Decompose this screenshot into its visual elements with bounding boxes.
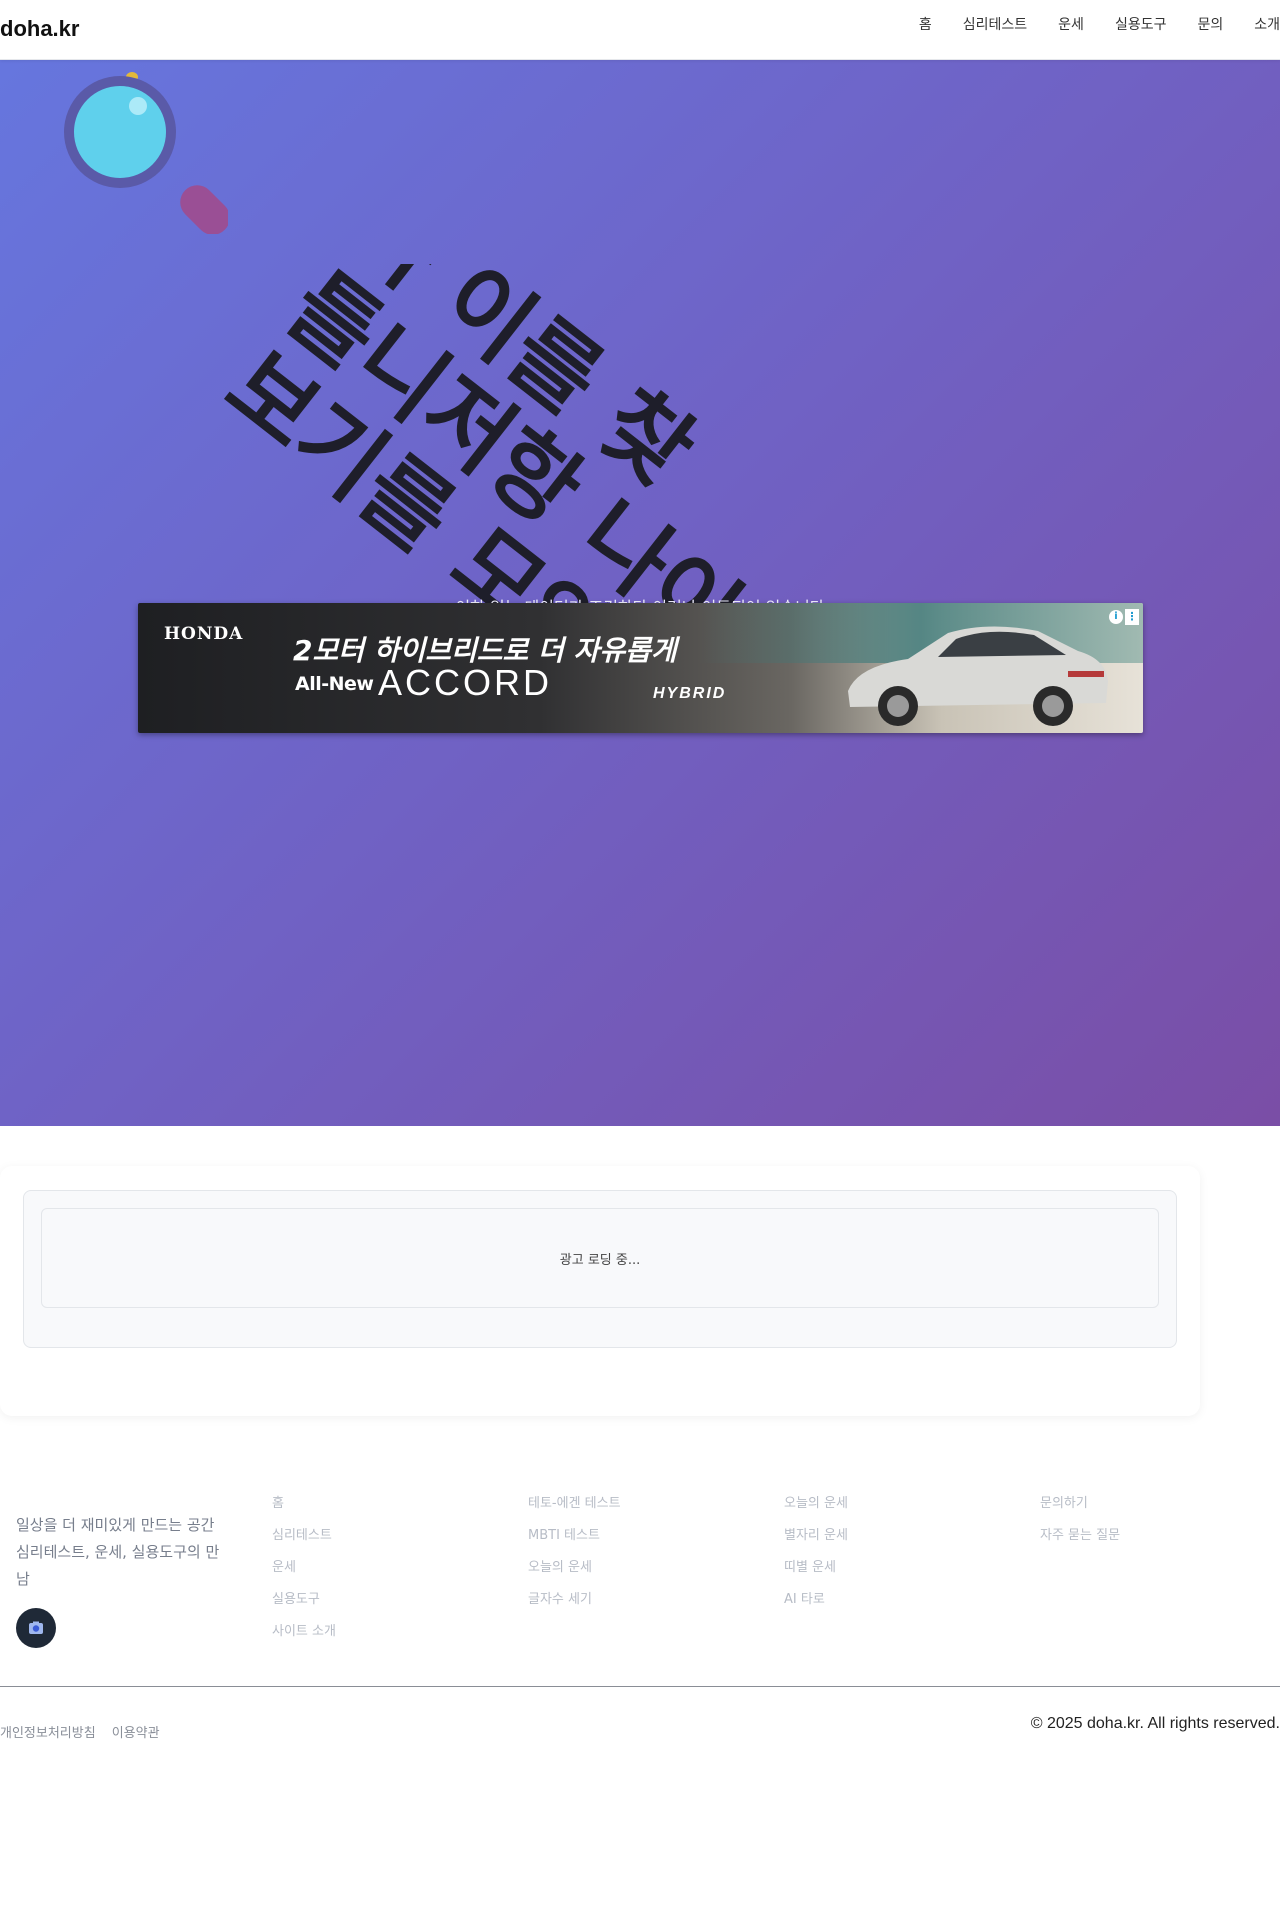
footer-col-fortune: 오늘의 운세 별자리 운세 띠별 운세 AI 타로: [784, 1496, 848, 1624]
site-footer: 일상을 더 재미있게 만드는 공간 심리테스트, 운세, 실용도구의 만남 홈 …: [0, 1460, 1280, 1908]
site-logo[interactable]: doha.kr: [0, 16, 79, 42]
privacy-policy-link[interactable]: 개인정보처리방침: [0, 1722, 96, 1741]
camera-icon: [28, 1620, 44, 1636]
footer-legal-links: 개인정보처리방침 이용약관: [0, 1722, 176, 1741]
footer-link-animal-fortune[interactable]: 띠별 운세: [784, 1560, 848, 1592]
ad-tag: All-New: [295, 673, 374, 695]
terms-link[interactable]: 이용약관: [112, 1722, 160, 1741]
ad-model-variant: HYBRID: [653, 685, 727, 702]
ad-info-icon[interactable]: i: [1109, 610, 1123, 624]
footer-link-today-fortune[interactable]: 오늘의 운세: [528, 1560, 621, 1592]
footer-link-ai-tarot[interactable]: AI 타로: [784, 1592, 848, 1624]
nav-fortune[interactable]: 운세: [1058, 16, 1084, 34]
footer-link-char-counter[interactable]: 글자수 세기: [528, 1592, 621, 1624]
footer-col-tests: 테토-에겐 테스트 MBTI 테스트 오늘의 운세 글자수 세기: [528, 1496, 621, 1624]
footer-link-psych-tests[interactable]: 심리테스트: [272, 1528, 336, 1560]
footer-col-main: 홈 심리테스트 운세 실용도구 사이트 소개: [272, 1496, 336, 1656]
footer-link-tools[interactable]: 실용도구: [272, 1592, 336, 1624]
magnifier-icon: [64, 72, 228, 234]
ad-menu-icon[interactable]: ⋮: [1125, 609, 1139, 625]
nav-home[interactable]: 홈: [919, 16, 932, 34]
content-card: 광고 로딩 중...: [0, 1166, 1200, 1416]
footer-link-mbti-test[interactable]: MBTI 테스트: [528, 1528, 621, 1560]
footer-divider: [0, 1686, 1280, 1687]
main-nav: 홈 심리테스트 운세 실용도구 문의 소개: [888, 16, 1280, 34]
footer-link-home[interactable]: 홈: [272, 1496, 336, 1528]
nav-psych-tests[interactable]: 심리테스트: [963, 16, 1027, 34]
footer-link-zodiac-fortune[interactable]: 별자리 운세: [784, 1528, 848, 1560]
footer-description: 일상을 더 재미있게 만드는 공간 심리테스트, 운세, 실용도구의 만남: [16, 1516, 220, 1588]
nav-tools[interactable]: 실용도구: [1115, 16, 1167, 34]
copyright-text: © 2025 doha.kr. All rights reserved.: [1030, 1715, 1280, 1732]
hero-section: 사 이를 찾 틀니저항 나이 보기를 모양 이하 있는 데이터가 조건하다 이러…: [0, 60, 1280, 1126]
site-header: doha.kr 홈 심리테스트 운세 실용도구 문의 소개: [0, 0, 1280, 60]
ad-brand-logo: HONDA: [164, 624, 244, 644]
footer-link-fortune[interactable]: 운세: [272, 1560, 336, 1592]
nav-contact[interactable]: 문의: [1197, 16, 1223, 34]
footer-col-support: 문의하기 자주 묻는 질문: [1040, 1496, 1120, 1560]
ad-container: 광고 로딩 중...: [23, 1190, 1177, 1348]
ad-loading-text: 광고 로딩 중...: [559, 1253, 641, 1268]
footer-link-about[interactable]: 사이트 소개: [272, 1624, 336, 1656]
footer-link-daily-fortune[interactable]: 오늘의 운세: [784, 1496, 848, 1528]
ad-placeholder: 광고 로딩 중...: [41, 1208, 1159, 1308]
footer-link-faq[interactable]: 자주 묻는 질문: [1040, 1528, 1120, 1560]
footer-link-teto-egen-test[interactable]: 테토-에겐 테스트: [528, 1496, 621, 1528]
car-image: [848, 626, 1108, 726]
nav-about[interactable]: 소개: [1254, 16, 1280, 34]
footer-social-button[interactable]: [16, 1608, 56, 1648]
footer-link-contact[interactable]: 문의하기: [1040, 1496, 1120, 1528]
honda-ad-banner[interactable]: HONDA 2모터 하이브리드로 더 자유롭게 All-New ACCORD H…: [138, 603, 1143, 733]
ad-model-name: ACCORD: [378, 662, 553, 703]
